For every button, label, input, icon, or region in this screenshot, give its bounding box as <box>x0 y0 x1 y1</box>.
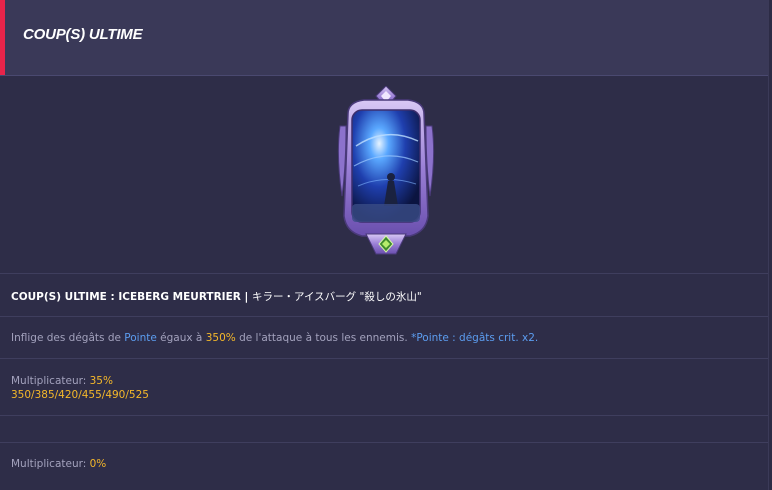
description-text: Inflige des dégâts de <box>11 332 125 344</box>
description-text: égaux à <box>156 332 206 344</box>
multiplier-row: Multiplicateur: 35% 350/385/420/455/490/… <box>0 359 768 416</box>
skill-title: COUP(S) ULTIME : ICEBERG MEURTRIER | <box>11 291 252 303</box>
card-image-area <box>0 76 768 274</box>
crit-note: *Pointe : dégâts crit. x2. <box>411 332 539 344</box>
multiplier-value: 35% <box>89 375 113 387</box>
multiplier-label: Multiplicateur: <box>11 458 90 470</box>
damage-percent: 350% <box>205 332 236 344</box>
keyword-pointe: Pointe <box>124 332 157 344</box>
skill-description-row: Inflige des dégâts de Pointe égaux à 350… <box>0 317 768 359</box>
panel-header: COUP(S) ULTIME <box>0 0 768 76</box>
description-text: de l'attaque à tous les ennemis. <box>235 332 412 344</box>
ultimate-panel: COUP(S) ULTIME COUP(S) ULTIME: ICEBERG … <box>0 0 769 490</box>
panel-title: COUP(S) ULTIME <box>23 26 143 43</box>
ultimate-card-art <box>337 86 435 255</box>
multiplier-label: Multiplicateur: <box>11 375 90 387</box>
skill-title-row: COUP(S) ULTIME : ICEBERG MEURTRIER | キラー… <box>0 274 768 317</box>
empty-row <box>0 416 768 443</box>
skill-title-japanese: キラー・アイスバーグ "殺しの氷山" <box>252 291 422 303</box>
multiplier-value: 0% <box>89 458 107 470</box>
header-accent-bar <box>0 0 5 75</box>
multiplier-levels: 350/385/420/455/490/525 <box>11 389 149 401</box>
multiplier-row-secondary: Multiplicateur: 0% <box>0 443 768 487</box>
